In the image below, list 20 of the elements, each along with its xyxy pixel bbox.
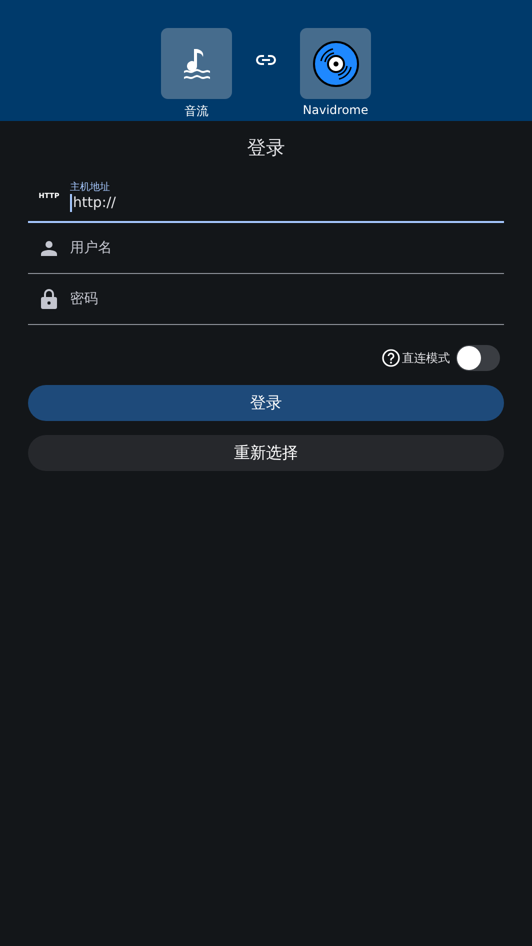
vinyl-disc-icon [312,40,358,86]
field-placeholder: 用户名 [70,239,112,257]
direct-mode-label: 直连模式 [402,350,450,366]
field-label: 主机地址 [70,180,111,194]
app-tile[interactable] [300,28,371,99]
app-label: 音流 [184,103,208,120]
password-field[interactable]: 密码 [28,274,504,325]
user-field[interactable]: 用户名 [28,223,504,274]
app-label: Navidrome [302,103,368,117]
person-icon [41,240,57,256]
help-icon[interactable] [382,349,400,367]
toggle-switch[interactable] [456,345,500,371]
lock-icon [41,289,57,309]
login-button[interactable]: 登录 [28,385,504,421]
link-icon [256,54,276,66]
field-placeholder: 密码 [70,290,98,308]
page-title: 登录 [246,136,286,161]
field-value: http:// [70,194,116,212]
reselect-button[interactable]: 重新选择 [28,435,504,471]
app-tile[interactable] [161,28,232,99]
